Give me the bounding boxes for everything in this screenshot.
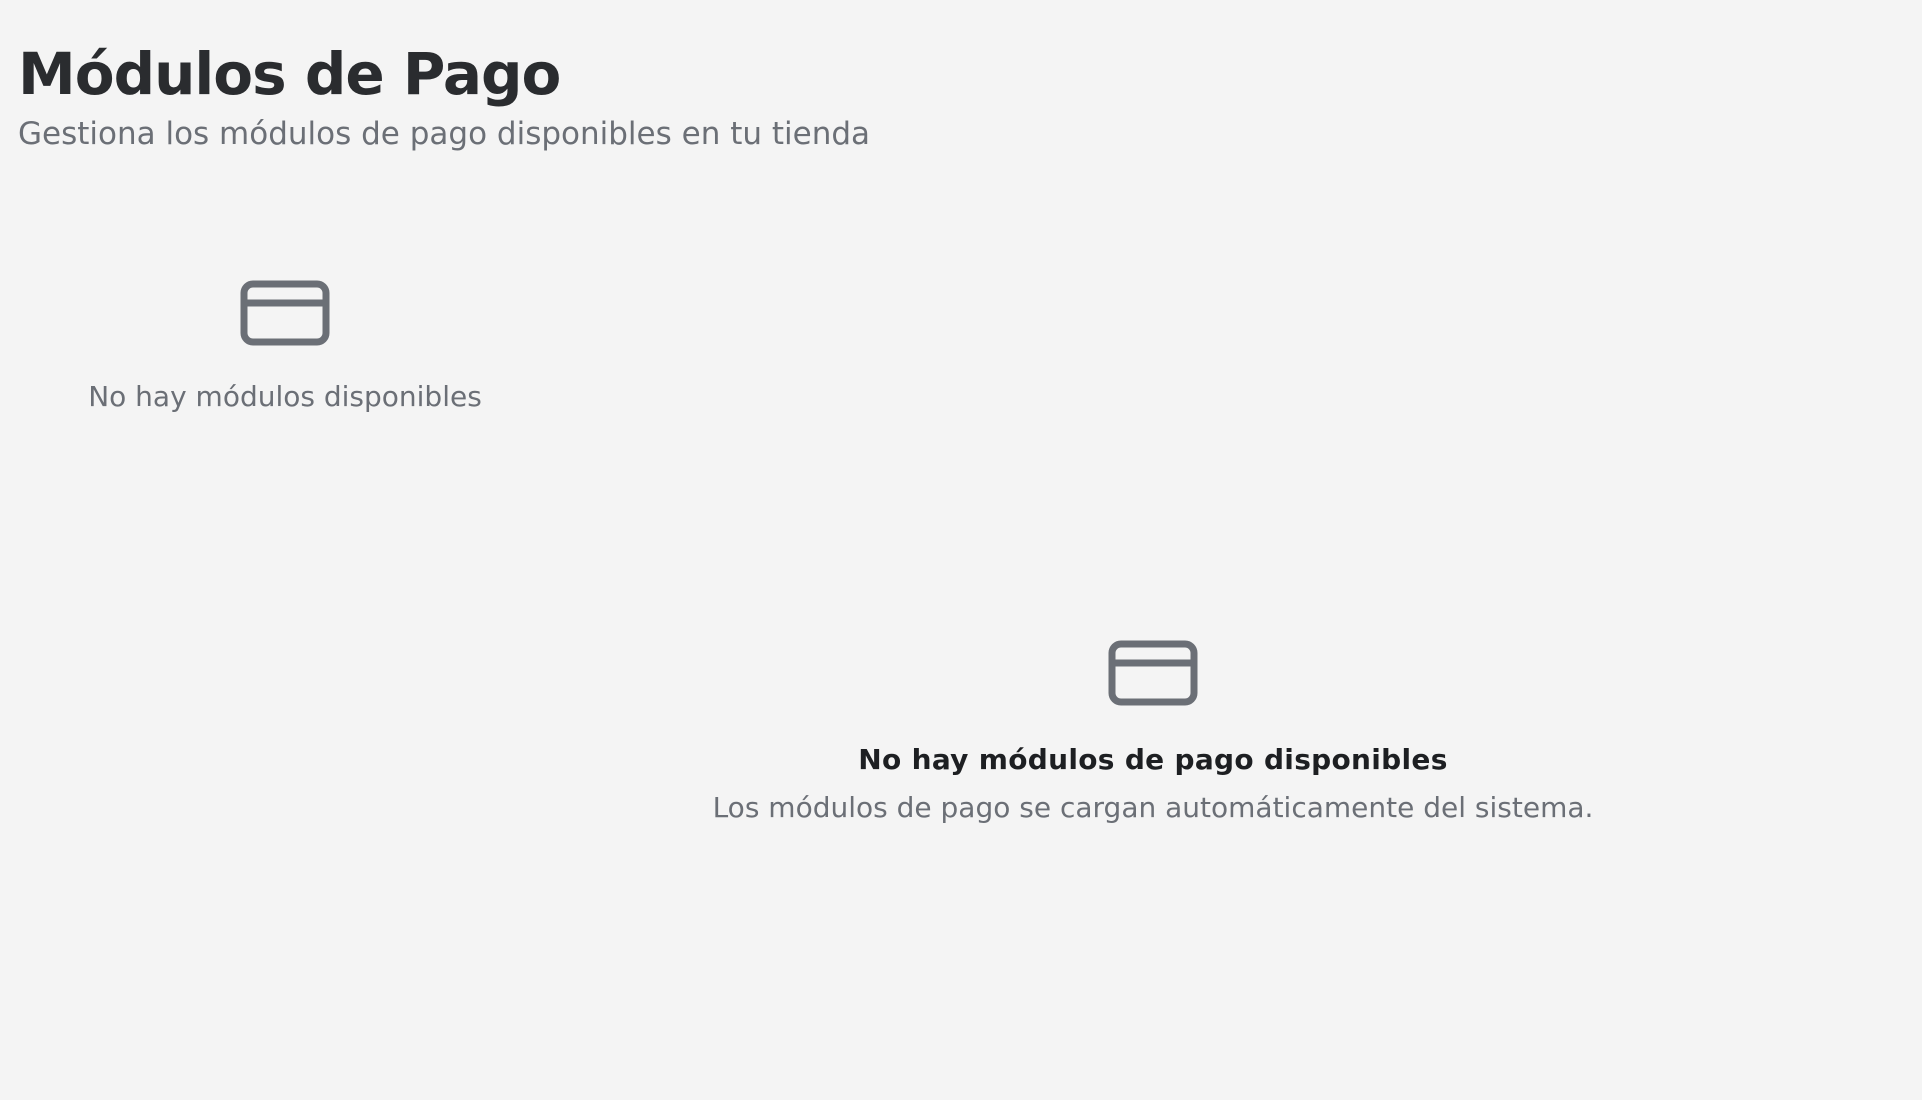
modules-empty-text: No hay módulos disponibles — [88, 380, 482, 413]
empty-state-title: No hay módulos de pago disponibles — [858, 743, 1448, 776]
page-title: Módulos de Pago — [18, 40, 561, 108]
page-header: Módulos de Pago Gestiona los módulos de … — [18, 34, 870, 154]
page-subtitle: Gestiona los módulos de pago disponibles… — [18, 116, 871, 152]
payment-modules-empty-state: No hay módulos de pago disponibles Los m… — [650, 640, 1656, 826]
modules-list-empty-state: No hay módulos disponibles — [40, 280, 530, 414]
credit-card-icon — [240, 280, 330, 346]
credit-card-icon — [1108, 640, 1198, 706]
empty-state-description: Los módulos de pago se cargan automática… — [712, 791, 1594, 824]
